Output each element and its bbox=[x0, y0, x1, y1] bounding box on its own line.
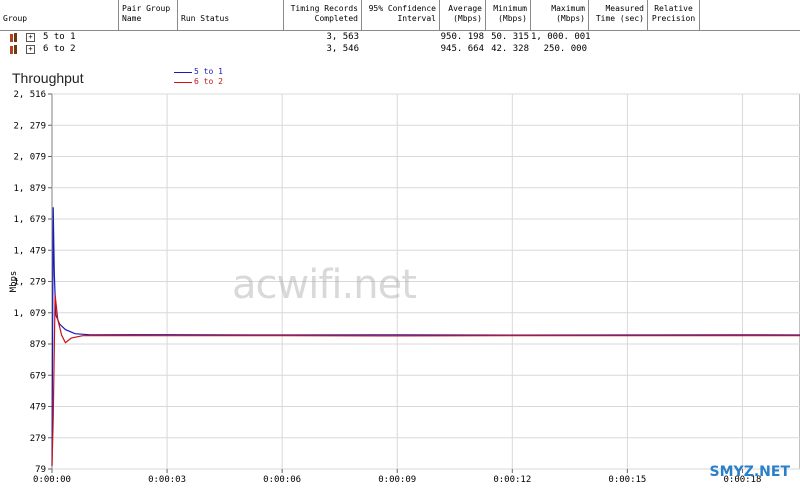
header-measured-time[interactable]: Measured Time (sec) bbox=[589, 0, 648, 30]
legend-label-6-to-2: 6 to 2 bbox=[194, 77, 223, 86]
expand-icon[interactable]: + bbox=[26, 33, 35, 42]
y-tick-label: 1, 079 bbox=[13, 309, 46, 319]
row-timing-records: 3, 563 bbox=[326, 32, 359, 42]
x-tick-label: 0:00:03 bbox=[148, 475, 186, 485]
row-minimum: 50. 315 bbox=[491, 32, 529, 42]
header-average[interactable]: Average (Mbps) bbox=[440, 0, 486, 30]
row-maximum: 1, 000. 001 bbox=[531, 32, 591, 42]
row-average: 950. 198 bbox=[440, 32, 484, 42]
y-tick-label: 1, 679 bbox=[13, 215, 46, 225]
row-maximum: 250. 000 bbox=[543, 44, 587, 54]
y-tick-label: 2, 279 bbox=[13, 121, 46, 131]
watermark: acwifi.net bbox=[232, 262, 417, 308]
y-tick-label: 479 bbox=[30, 403, 46, 413]
header-confidence-interval[interactable]: 95% Confidence Interval bbox=[362, 0, 440, 30]
expand-icon[interactable]: + bbox=[26, 45, 35, 54]
y-axis-label: Mbps bbox=[9, 271, 19, 293]
legend-swatch-5-to-1 bbox=[174, 72, 192, 73]
row-group: 6 to 2 bbox=[43, 44, 76, 54]
row-group: 5 to 1 bbox=[43, 32, 76, 42]
x-tick-label: 0:00:00 bbox=[33, 475, 71, 485]
header-run-status[interactable]: Run Status bbox=[178, 0, 284, 30]
y-tick-label: 1, 479 bbox=[13, 246, 46, 256]
header-pair-group-name[interactable]: Pair Group Name bbox=[119, 0, 178, 30]
y-tick-label: 2, 079 bbox=[13, 153, 46, 163]
x-tick-label: 0:00:09 bbox=[378, 475, 416, 485]
group-pair-icon bbox=[10, 33, 18, 42]
y-tick-label: 279 bbox=[30, 434, 46, 444]
y-tick-label: 2, 516 bbox=[13, 90, 46, 100]
corner-watermark: SMYZ.NET bbox=[709, 464, 790, 480]
header-maximum[interactable]: Maximum (Mbps) bbox=[531, 0, 589, 30]
table-row[interactable]: + 6 to 2 3, 546 945. 664 42. 328 250. 00… bbox=[0, 43, 800, 55]
table-header: Group Pair Group Name Run Status Timing … bbox=[0, 0, 800, 31]
x-tick-label: 0:00:12 bbox=[493, 475, 531, 485]
table-row[interactable]: + 5 to 1 3, 563 950. 198 50. 315 1, 000.… bbox=[0, 31, 800, 43]
group-pair-icon bbox=[10, 45, 18, 54]
header-timing-records[interactable]: Timing Records Completed bbox=[284, 0, 362, 30]
row-minimum: 42. 328 bbox=[491, 44, 529, 54]
y-tick-label: 879 bbox=[30, 340, 46, 350]
header-minimum[interactable]: Minimum (Mbps) bbox=[486, 0, 531, 30]
chart-legend: 5 to 1 6 to 2 bbox=[170, 63, 232, 91]
row-average: 945. 664 bbox=[440, 44, 484, 54]
y-tick-label: 679 bbox=[30, 371, 46, 381]
x-tick-label: 0:00:15 bbox=[608, 475, 646, 485]
x-tick-label: 0:00:06 bbox=[263, 475, 301, 485]
header-relative-precision[interactable]: Relative Precision bbox=[648, 0, 700, 30]
legend-swatch-6-to-2 bbox=[174, 82, 192, 83]
legend-label-5-to-1: 5 to 1 bbox=[194, 67, 223, 76]
row-timing-records: 3, 546 bbox=[326, 44, 359, 54]
results-table: Group Pair Group Name Run Status Timing … bbox=[0, 0, 800, 58]
y-tick-label: 1, 879 bbox=[13, 184, 46, 194]
y-tick-label: 79 bbox=[35, 465, 46, 475]
header-group[interactable]: Group bbox=[0, 0, 119, 30]
